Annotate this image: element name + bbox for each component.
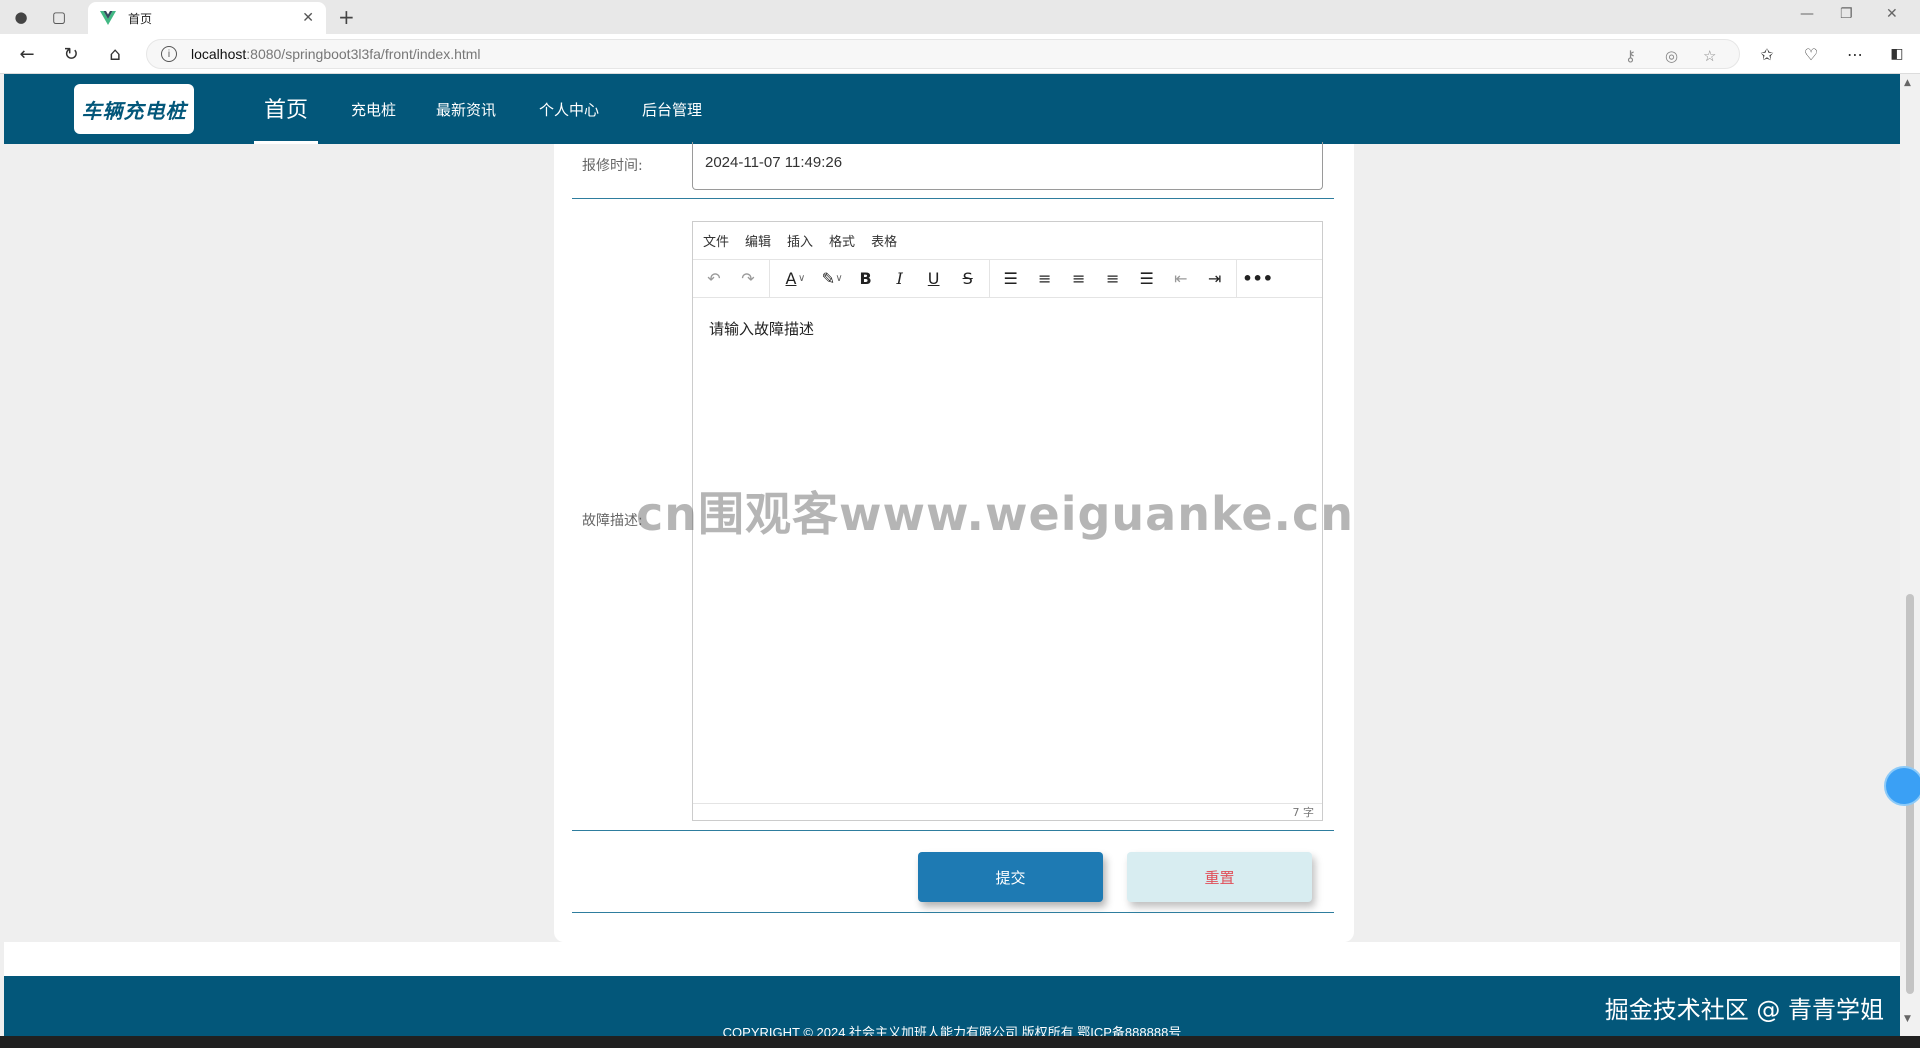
- align-center-icon[interactable]: ≡: [1062, 264, 1096, 294]
- nav-charging-pile[interactable]: 充电桩: [351, 74, 396, 144]
- row-divider: [572, 830, 1334, 831]
- align-justify-icon[interactable]: ☰: [1130, 264, 1164, 294]
- editor-menubar: 文件 编辑 插入 格式 表格: [693, 222, 1322, 260]
- editor-statusbar: 7 字: [693, 803, 1322, 820]
- repair-time-input[interactable]: 2024-11-07 11:49:26: [692, 142, 1323, 190]
- menu-file[interactable]: 文件: [703, 231, 729, 250]
- url-path: :8080/springboot3l3fa/front/index.html: [246, 46, 481, 62]
- toolbar-separator: [769, 259, 770, 298]
- menu-insert[interactable]: 插入: [787, 231, 813, 250]
- reload-icon[interactable]: ↻: [60, 43, 82, 65]
- tab-title: 首页: [128, 11, 153, 26]
- italic-icon[interactable]: I: [883, 264, 917, 294]
- scroll-down-icon[interactable]: ▼: [1904, 1014, 1911, 1024]
- minimize-icon[interactable]: —: [1800, 6, 1814, 22]
- back-icon[interactable]: ←: [16, 43, 38, 65]
- content-bottom-strip: [4, 942, 1900, 976]
- nav-admin[interactable]: 后台管理: [642, 74, 702, 144]
- nav-personal-center[interactable]: 个人中心: [539, 74, 599, 144]
- scroll-up-icon[interactable]: ▲: [1904, 78, 1911, 88]
- profile-icon[interactable]: ●: [10, 6, 32, 28]
- menu-format[interactable]: 格式: [829, 231, 855, 250]
- key-icon[interactable]: ⚷: [1625, 47, 1636, 65]
- browser-tabbar: ● ▢ 首页 ✕ + — ❐ ✕: [0, 0, 1920, 34]
- favorites-icon[interactable]: ✩: [1756, 43, 1778, 65]
- editor-content[interactable]: 请输入故障描述: [693, 298, 1322, 803]
- submit-button[interactable]: 提交: [918, 852, 1103, 902]
- outdent-icon[interactable]: ⇤: [1164, 264, 1198, 294]
- close-tab-icon[interactable]: ✕: [302, 10, 314, 26]
- redo-icon[interactable]: ↷: [731, 264, 765, 294]
- chevron-down-icon[interactable]: ∨: [798, 273, 805, 284]
- browser-tab[interactable]: 首页 ✕: [88, 2, 326, 34]
- vue-logo-icon: [100, 11, 116, 25]
- floating-assistant-button[interactable]: [1884, 766, 1920, 806]
- undo-icon[interactable]: ↶: [697, 264, 731, 294]
- fault-description-label: 故障描述:: [582, 513, 643, 529]
- toolbar-separator: [988, 259, 990, 298]
- strikethrough-icon[interactable]: S: [951, 264, 985, 294]
- restore-icon[interactable]: ❐: [1840, 6, 1853, 22]
- browser-toolbar: ← ↻ ⌂ i localhost:8080/springboot3l3fa/f…: [0, 34, 1920, 74]
- underline-icon[interactable]: U: [917, 264, 951, 294]
- site-logo[interactable]: 车辆充电桩: [74, 84, 194, 134]
- site-footer: 掘金技术社区 @ 青青学姐 COPYRIGHT © 2024 社会主义加班人能力…: [4, 976, 1900, 1040]
- bold-icon[interactable]: B: [849, 264, 883, 294]
- site-header: 车辆充电桩 首页 充电桩 最新资讯 个人中心 后台管理: [4, 74, 1900, 144]
- word-count: 7 字: [1292, 806, 1315, 819]
- row-divider: [572, 912, 1334, 913]
- window-close-icon[interactable]: ✕: [1886, 6, 1898, 22]
- browser-essentials-icon[interactable]: ♡: [1800, 43, 1822, 65]
- site-info-icon[interactable]: i: [161, 46, 177, 62]
- favorite-star-icon[interactable]: ☆: [1703, 47, 1716, 65]
- watermark-text: cn围观客www.weiguanke.cn: [636, 487, 1355, 541]
- row-divider: [572, 198, 1334, 199]
- logo-text: 车辆充电桩: [81, 98, 187, 123]
- chevron-down-icon[interactable]: ∨: [835, 273, 842, 284]
- address-bar[interactable]: i localhost:8080/springboot3l3fa/front/i…: [146, 39, 1740, 69]
- editor-toolbar: ↶ ↷ A ∨ ✎ ∨ B I U S ☰ ≡ ≡ ≡ ☰ ⇤ ⇥ •••: [693, 259, 1322, 298]
- more-menu-icon[interactable]: ⋯: [1844, 43, 1866, 65]
- align-left-icon[interactable]: ≡: [1028, 264, 1062, 294]
- nav-news[interactable]: 最新资讯: [436, 74, 496, 144]
- menu-table[interactable]: 表格: [871, 231, 897, 250]
- sidebar-toggle-icon[interactable]: ◧: [1886, 43, 1908, 65]
- nav-home[interactable]: 首页: [254, 74, 319, 144]
- line-height-icon[interactable]: ☰: [994, 264, 1028, 294]
- tab-actions-icon[interactable]: ▢: [48, 6, 70, 28]
- page-scrollbar[interactable]: ▲ ▼: [1900, 74, 1920, 1036]
- taskbar-strip: [0, 1036, 1920, 1048]
- reset-button[interactable]: 重置: [1127, 852, 1312, 902]
- toolbar-separator: [1235, 259, 1237, 298]
- repair-time-label: 报修时间:: [582, 158, 643, 174]
- menu-edit[interactable]: 编辑: [745, 231, 771, 250]
- refresh-extension-icon[interactable]: ◎: [1665, 47, 1678, 65]
- new-tab-icon[interactable]: +: [338, 5, 355, 29]
- indent-icon[interactable]: ⇥: [1198, 264, 1232, 294]
- more-options-icon[interactable]: •••: [1241, 264, 1275, 294]
- align-right-icon[interactable]: ≡: [1096, 264, 1130, 294]
- home-icon[interactable]: ⌂: [104, 43, 126, 65]
- footer-brand-watermark: 掘金技术社区 @ 青青学姐: [1604, 996, 1884, 1024]
- url-host: localhost: [191, 46, 247, 62]
